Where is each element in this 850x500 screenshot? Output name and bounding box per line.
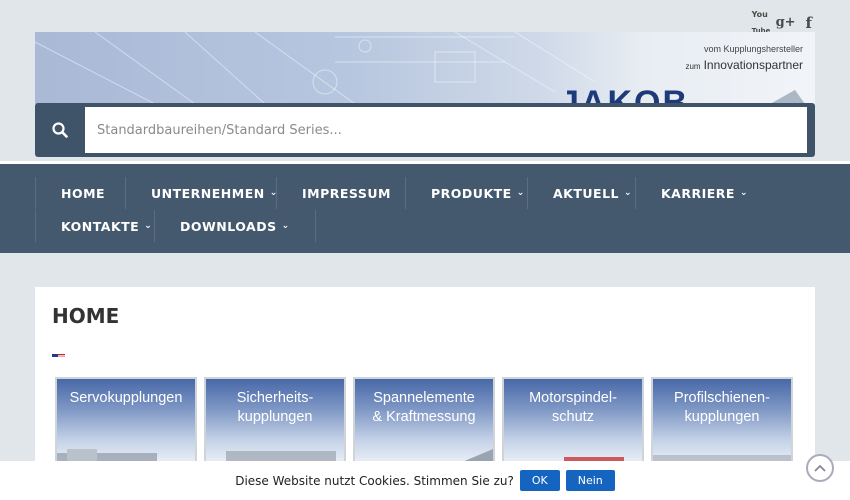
cookie-banner: Diese Website nutzt Cookies. Stimmen Sie… <box>0 461 850 500</box>
nav-item-home[interactable]: HOME <box>35 177 130 209</box>
search-input[interactable] <box>85 107 807 153</box>
chevron-down-icon: ⌄ <box>739 188 749 198</box>
page-title: HOME <box>52 304 120 328</box>
chevron-down-icon: ⌄ <box>624 188 633 198</box>
cookie-no-button[interactable]: Nein <box>565 470 615 491</box>
us-flag-icon[interactable] <box>52 348 65 357</box>
product-tile-profilschienenkupplungen[interactable]: Profilschienen-kupplungen <box>651 377 793 467</box>
product-tile-motorspindelschutz[interactable]: Motorspindel-schutz <box>502 377 644 467</box>
product-tile-spannelemente[interactable]: Spannelemente & Kraftmessung <box>353 377 495 467</box>
nav-item-karriere[interactable]: KARRIERE ⌄ <box>635 177 773 209</box>
product-tile-servokupplungen[interactable]: Servokupplungen <box>55 377 197 467</box>
header-banner: vom Kupplungshersteller zum Innovationspa… <box>35 32 815 104</box>
brand-logo[interactable]: JAKOB <box>560 86 689 104</box>
scroll-top-button[interactable] <box>806 454 834 482</box>
main-navigation: HOME UNTERNEHMEN ⌄ IMPRESSUM PRODUKTE ⌄ AK… <box>0 161 850 253</box>
search-bar <box>35 103 815 157</box>
nav-item-impressum[interactable]: IMPRESSUM <box>276 177 416 209</box>
chevron-down-icon: ⌄ <box>144 221 153 231</box>
chevron-down-icon: ⌄ <box>516 188 525 198</box>
search-icon <box>52 122 68 138</box>
tagline-top: vom Kupplungshersteller <box>703 44 803 54</box>
chevron-down-icon: ⌄ <box>281 221 290 231</box>
nav-item-downloads[interactable]: DOWNLOADS ⌄ <box>154 210 316 242</box>
cookie-ok-button[interactable]: OK <box>519 470 560 491</box>
search-button[interactable] <box>35 103 85 157</box>
googleplus-icon[interactable]: g+ <box>776 15 796 31</box>
facebook-icon[interactable]: f <box>806 15 812 31</box>
tagline-bottom: zum Innovationspartner <box>685 58 803 72</box>
cookie-message: Diese Website nutzt Cookies. Stimmen Sie… <box>235 473 514 488</box>
chevron-up-icon <box>814 464 826 472</box>
product-tile-sicherheitskupplungen[interactable]: Sicherheits-kupplungen <box>204 377 346 467</box>
